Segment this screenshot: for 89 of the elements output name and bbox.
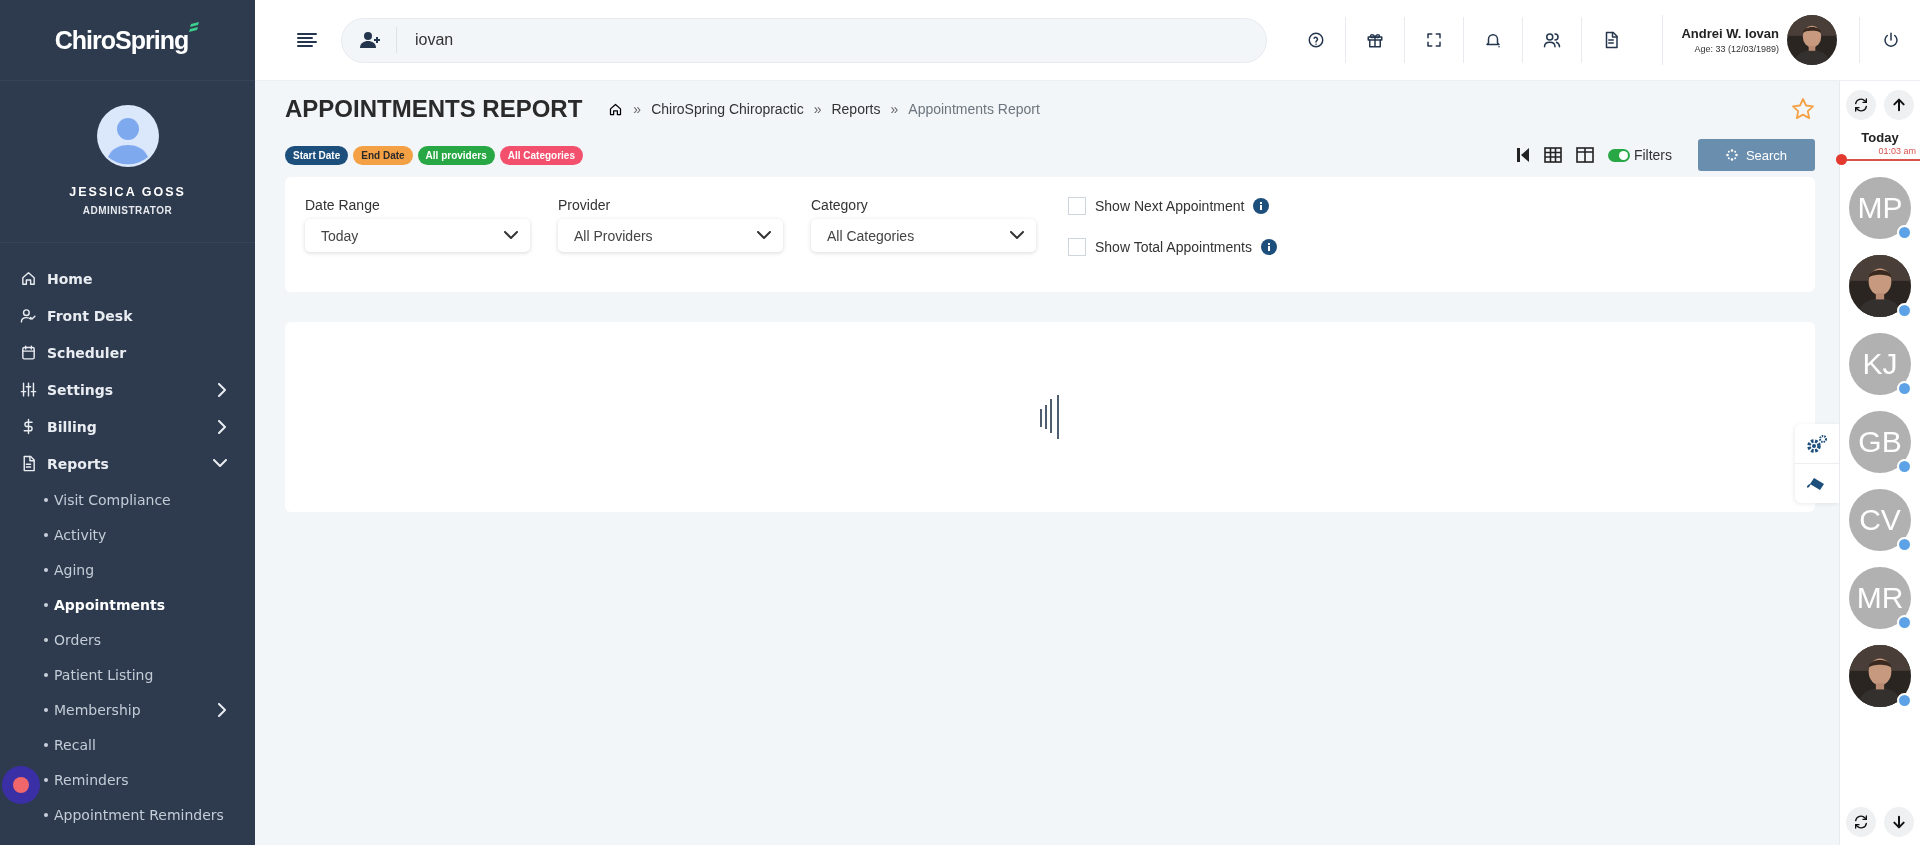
user-name: JESSICA GOSS [69,185,186,199]
refresh-icon [1853,97,1869,113]
sidebar-subitem[interactable]: Appointment Reminders [54,806,227,823]
breadcrumb-link[interactable]: ChiroSpring Chiropractic [651,101,804,117]
field-label: Date Range [305,197,381,213]
chevron-down-icon [504,231,518,240]
filter-chip: All providers [417,145,495,165]
checkbox-label: Show Total Appointments [1095,239,1252,255]
checkbox-label: Show Next Appointment [1095,198,1245,214]
info-icon [1253,198,1270,214]
staff-initials: GB [1858,425,1902,459]
filter-chip: Start Date [285,145,349,165]
table-icon[interactable] [1543,147,1562,163]
sidebar-item[interactable]: Settings [47,381,218,398]
sidebar-subitem[interactable]: Appointments [54,596,227,613]
help-icon [1307,31,1326,49]
toggle-label: Filters [1633,147,1672,163]
sidebar-subitem[interactable]: Reminders [54,771,227,788]
staff-initials: MP [1857,191,1903,225]
scroll-up-button[interactable] [1884,90,1914,120]
field-label: Category [811,197,869,213]
sidebar-item[interactable]: Billing [47,418,218,435]
skip-back-icon[interactable] [1515,147,1530,163]
day-label: Today [1861,130,1899,145]
user-check-icon [20,307,37,324]
user-role: ADMINISTRATOR [82,205,173,216]
users-icon [1543,31,1562,49]
dropdown[interactable]: All Categories [811,219,1036,252]
sidebar-subitem[interactable]: Activity [54,526,227,543]
search-input[interactable]: iovan [396,27,1249,53]
checkbox[interactable] [1068,238,1086,256]
sliders-icon [20,381,37,398]
home-icon [20,270,37,287]
filter-chip: End Date [353,145,413,165]
loading-icon [1039,393,1061,441]
breadcrumb-separator: » [633,101,642,117]
calendar-icon [20,344,37,361]
dropdown[interactable]: Today [305,219,530,252]
chevron-down-icon [1010,231,1024,240]
sidebar-item[interactable]: Front Desk [47,307,227,324]
sidebar-subitem[interactable]: Recall [54,736,227,753]
page-title: APPOINTMENTS REPORT [285,95,583,123]
add-user-icon[interactable] [360,31,382,49]
filters-toggle[interactable] [1607,148,1630,162]
scroll-down-button[interactable] [1884,807,1914,837]
chevron-down-icon [757,231,771,240]
info-icon [1260,239,1277,255]
arrow-up-icon [1891,97,1907,113]
gift-icon [1366,31,1385,49]
avatar [96,105,159,167]
gears-icon [1806,433,1828,454]
staff-initials: KJ [1862,347,1898,381]
logo: ChiroSpring [54,25,189,55]
spinner-icon [1725,149,1738,161]
checkbox[interactable] [1068,197,1086,215]
current-time: 01:03 am [1878,146,1916,156]
refresh-icon [1853,814,1869,830]
sidebar-item[interactable]: Home [47,270,227,287]
patient-details: Age: 33 (12/03/1989) [1694,44,1779,54]
refresh-button[interactable] [1846,90,1876,120]
staff-initials: MR [1856,581,1904,615]
sidebar-item[interactable]: Scheduler [47,344,227,361]
filter-chip: All Categories [499,145,583,165]
refresh-button[interactable] [1846,807,1876,837]
sidebar-subitem[interactable]: Patient Listing [54,666,227,683]
search-field[interactable]: iovan [341,17,1268,63]
patient-name: Andrei W. Iovan [1681,26,1779,41]
breadcrumb-separator: » [813,101,822,117]
staff-initials: CV [1859,503,1901,537]
record-button[interactable] [2,766,40,804]
bell-icon [1484,31,1503,49]
power-button[interactable] [1859,17,1900,63]
power-icon [1882,31,1900,49]
breadcrumb-current: Appointments Report [908,101,1040,117]
sidebar-item[interactable]: Reports [47,455,213,472]
breadcrumb-separator: » [890,101,899,117]
sidebar-subitem[interactable]: Visit Compliance [54,491,227,508]
sidebar-subitem[interactable]: Orders [54,631,227,648]
home-icon [608,101,624,117]
breadcrumb-link[interactable]: Reports [831,101,881,117]
star-icon[interactable] [1791,97,1815,121]
fullscreen-icon [1425,31,1444,49]
sidebar-subitem[interactable]: Membership [54,701,218,718]
columns-icon[interactable] [1575,147,1594,163]
time-marker-dot [1836,154,1847,165]
field-label: Provider [558,197,612,213]
arrow-down-icon [1891,814,1907,830]
dropdown[interactable]: All Providers [558,219,783,252]
sidebar-subitem[interactable]: Aging [54,561,227,578]
